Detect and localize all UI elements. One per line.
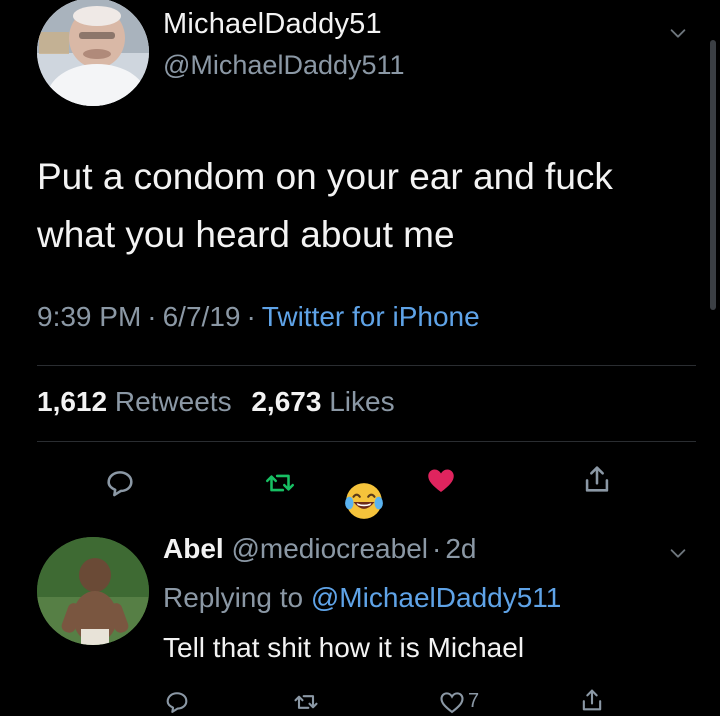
reply-author-avatar[interactable] <box>37 537 149 645</box>
tweet-time: 9:39 PM <box>37 301 142 332</box>
divider <box>37 365 696 366</box>
reply-author-handle[interactable]: @mediocreabel <box>231 533 428 564</box>
author-handle[interactable]: @MichaelDaddy511 <box>163 50 405 81</box>
tweet-date: 6/7/19 <box>162 301 241 332</box>
divider <box>37 441 696 442</box>
laughing-tears-emoji <box>343 480 385 522</box>
tweet-meta: 9:39 PM · 6/7/19 · Twitter for iPhone <box>37 301 480 333</box>
reply-like-count: 7 <box>468 690 480 712</box>
reply-header: Abel @mediocreabel · 2d <box>163 533 476 565</box>
tweet-source-link[interactable]: Twitter for iPhone <box>262 301 480 332</box>
reply-icon[interactable] <box>103 466 137 500</box>
tweet-text: Put a condom on your ear and fuck what y… <box>37 156 613 255</box>
meta-separator: · <box>246 301 256 332</box>
replying-to: Replying to @MichaelDaddy511 <box>163 582 561 614</box>
reply-icon[interactable] <box>163 688 191 716</box>
tweet-stats: 1,612 Retweets 2,673 Likes <box>37 386 395 418</box>
reply-text: Tell that shit how it is Michael <box>163 632 525 663</box>
scrollbar[interactable] <box>710 40 716 310</box>
heart-icon[interactable] <box>438 688 466 716</box>
reply-age[interactable]: 2d <box>445 533 476 564</box>
retweet-icon[interactable] <box>263 466 297 500</box>
author-display-name[interactable]: MichaelDaddy51 <box>163 8 382 41</box>
likes-label[interactable]: Likes <box>329 386 394 417</box>
share-icon[interactable] <box>580 462 614 496</box>
heart-icon[interactable] <box>424 463 458 497</box>
meta-separator: · <box>432 533 442 564</box>
replying-prefix: Replying to <box>163 582 304 613</box>
retweet-icon[interactable] <box>292 688 320 716</box>
retweets-count[interactable]: 1,612 <box>37 386 107 417</box>
chevron-down-icon[interactable] <box>667 22 689 44</box>
meta-separator: · <box>147 301 157 332</box>
chevron-down-icon[interactable] <box>667 542 689 564</box>
author-avatar[interactable] <box>37 0 149 106</box>
likes-count[interactable]: 2,673 <box>251 386 321 417</box>
replying-mention-link[interactable]: @MichaelDaddy511 <box>311 582 561 613</box>
reply-author-name[interactable]: Abel <box>163 533 224 564</box>
retweets-label[interactable]: Retweets <box>115 386 232 417</box>
share-icon[interactable] <box>578 686 606 714</box>
